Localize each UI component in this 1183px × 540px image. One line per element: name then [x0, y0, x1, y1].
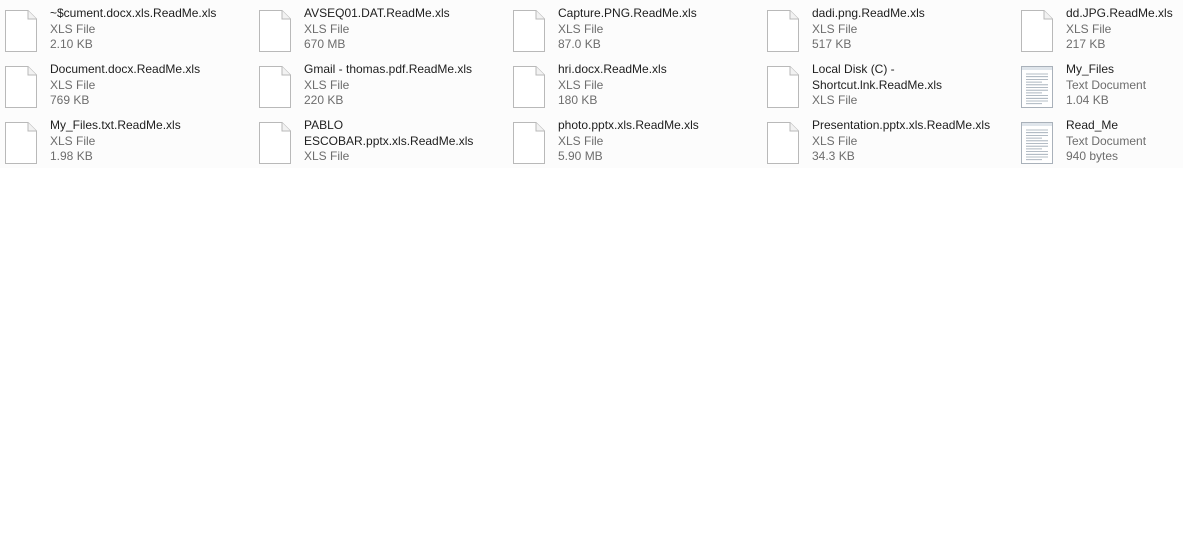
file-name: Document.docx.ReadMe.xls: [50, 62, 201, 76]
file-details: ~$cument.docx.xls.ReadMe.xls XLS File 2.10…: [50, 6, 246, 53]
file-details: PABLO ESCOBAR.pptx.xls.ReadMe.xls XLS Fil…: [304, 118, 500, 165]
blank-file-icon: [1020, 9, 1054, 53]
file-size: 1.04 KB: [1066, 93, 1109, 107]
file-name: hri.docx.ReadMe.xls: [558, 62, 667, 76]
file-details: My_Files.txt.ReadMe.xls XLS File 1.98 KB: [50, 118, 246, 165]
file-tile[interactable]: Local Disk (C) - Shortcut.lnk.ReadMe.xls…: [762, 60, 1012, 116]
file-name: My_Files: [1066, 62, 1115, 76]
file-type: Text Document: [1066, 77, 1147, 92]
file-details: My_Files Text Document 1.04 KB: [1066, 62, 1183, 109]
blank-file-icon: [766, 9, 800, 53]
file-size: 940 bytes: [1066, 149, 1119, 163]
file-details: Document.docx.ReadMe.xls XLS File 769 KB: [50, 62, 246, 109]
file-details: Gmail - thomas.pdf.ReadMe.xls XLS File 220…: [304, 62, 500, 109]
file-tile[interactable]: My_Files.txt.ReadMe.xls XLS File 1.98 KB: [0, 116, 250, 172]
file-details: dadi.png.ReadMe.xls XLS File 517 KB: [812, 6, 1008, 53]
file-size: 34.3 KB: [812, 149, 855, 163]
file-details: photo.pptx.xls.ReadMe.xls XLS File 5.90 MB: [558, 118, 754, 165]
file-tile[interactable]: Read_Me Text Document 940 bytes: [1016, 116, 1183, 172]
file-name: photo.pptx.xls.ReadMe.xls: [558, 118, 699, 132]
file-details: dd.JPG.ReadMe.xls XLS File 217 KB: [1066, 6, 1183, 53]
file-type: Text Document: [1066, 133, 1147, 148]
file-type: XLS File: [50, 133, 96, 148]
file-tile[interactable]: My_Files Text Document 1.04 KB: [1016, 60, 1183, 116]
file-size: 1.98 KB: [50, 149, 93, 163]
file-size: 217 KB: [1066, 37, 1106, 51]
file-type: XLS File: [812, 133, 858, 148]
file-name: Read_Me: [1066, 118, 1119, 132]
file-details: Local Disk (C) - Shortcut.lnk.ReadMe.xls…: [812, 62, 1008, 109]
file-tile[interactable]: dd.JPG.ReadMe.xls XLS File 217 KB: [1016, 4, 1183, 60]
file-details: AVSEQ01.DAT.ReadMe.xls XLS File 670 MB: [304, 6, 500, 53]
file-name: dadi.png.ReadMe.xls: [812, 6, 925, 20]
file-tile[interactable]: Capture.PNG.ReadMe.xls XLS File 87.0 KB: [508, 4, 758, 60]
blank-file-icon: [258, 65, 292, 109]
file-size: 670 MB: [304, 37, 346, 51]
file-type: XLS File: [1066, 21, 1112, 36]
file-tile[interactable]: photo.pptx.xls.ReadMe.xls XLS File 5.90 MB: [508, 116, 758, 172]
file-type: XLS File: [304, 77, 350, 92]
file-size: 517 KB: [812, 37, 852, 51]
file-size: 87.0 KB: [558, 37, 601, 51]
file-tile[interactable]: AVSEQ01.DAT.ReadMe.xls XLS File 670 MB: [254, 4, 504, 60]
text-document-icon: [1020, 65, 1054, 109]
blank-file-icon: [766, 65, 800, 109]
blank-file-icon: [766, 121, 800, 165]
file-tile[interactable]: Gmail - thomas.pdf.ReadMe.xls XLS File 220…: [254, 60, 504, 116]
file-type: XLS File: [812, 21, 858, 36]
blank-file-icon: [258, 9, 292, 53]
file-size: 180 KB: [558, 93, 598, 107]
file-type: XLS File: [304, 149, 350, 163]
file-size: 220 KB: [304, 93, 344, 107]
file-name: ~$cument.docx.xls.ReadMe.xls: [50, 6, 217, 20]
file-tile[interactable]: dadi.png.ReadMe.xls XLS File 517 KB: [762, 4, 1012, 60]
file-tile[interactable]: Document.docx.ReadMe.xls XLS File 769 KB: [0, 60, 250, 116]
file-name: Local Disk (C) - Shortcut.lnk.ReadMe.xls: [812, 62, 943, 92]
file-name: Capture.PNG.ReadMe.xls: [558, 6, 697, 20]
file-name: AVSEQ01.DAT.ReadMe.xls: [304, 6, 450, 20]
file-name: My_Files.txt.ReadMe.xls: [50, 118, 181, 132]
file-size: 769 KB: [50, 93, 90, 107]
file-details: Presentation.pptx.xls.ReadMe.xls XLS File…: [812, 118, 1008, 165]
file-size: 2.10 KB: [50, 37, 93, 51]
file-type: XLS File: [558, 77, 604, 92]
file-type: XLS File: [50, 21, 96, 36]
blank-file-icon: [4, 9, 38, 53]
file-type: XLS File: [304, 21, 350, 36]
file-tile[interactable]: Presentation.pptx.xls.ReadMe.xls XLS File…: [762, 116, 1012, 172]
file-type: XLS File: [812, 93, 858, 107]
blank-file-icon: [512, 9, 546, 53]
file-tile[interactable]: ~$cument.docx.xls.ReadMe.xls XLS File 2.10…: [0, 4, 250, 60]
blank-file-icon: [4, 65, 38, 109]
blank-file-icon: [512, 65, 546, 109]
file-details: Read_Me Text Document 940 bytes: [1066, 118, 1183, 165]
file-name: dd.JPG.ReadMe.xls: [1066, 6, 1173, 20]
file-type: XLS File: [50, 77, 96, 92]
file-tile-view: ~$cument.docx.xls.ReadMe.xls XLS File 2.10…: [0, 0, 1183, 168]
blank-file-icon: [258, 121, 292, 165]
blank-file-icon: [4, 121, 38, 165]
text-document-icon: [1020, 121, 1054, 165]
file-tile[interactable]: PABLO ESCOBAR.pptx.xls.ReadMe.xls XLS Fil…: [254, 116, 504, 172]
file-name: Presentation.pptx.xls.ReadMe.xls: [812, 118, 991, 132]
file-name: PABLO ESCOBAR.pptx.xls.ReadMe.xls: [304, 118, 474, 148]
file-type: XLS File: [558, 133, 604, 148]
file-details: hri.docx.ReadMe.xls XLS File 180 KB: [558, 62, 754, 109]
file-size: 5.90 MB: [558, 149, 603, 163]
blank-file-icon: [512, 121, 546, 165]
file-name: Gmail - thomas.pdf.ReadMe.xls: [304, 62, 473, 76]
file-details: Capture.PNG.ReadMe.xls XLS File 87.0 KB: [558, 6, 754, 53]
file-tile[interactable]: hri.docx.ReadMe.xls XLS File 180 KB: [508, 60, 758, 116]
file-type: XLS File: [558, 21, 604, 36]
